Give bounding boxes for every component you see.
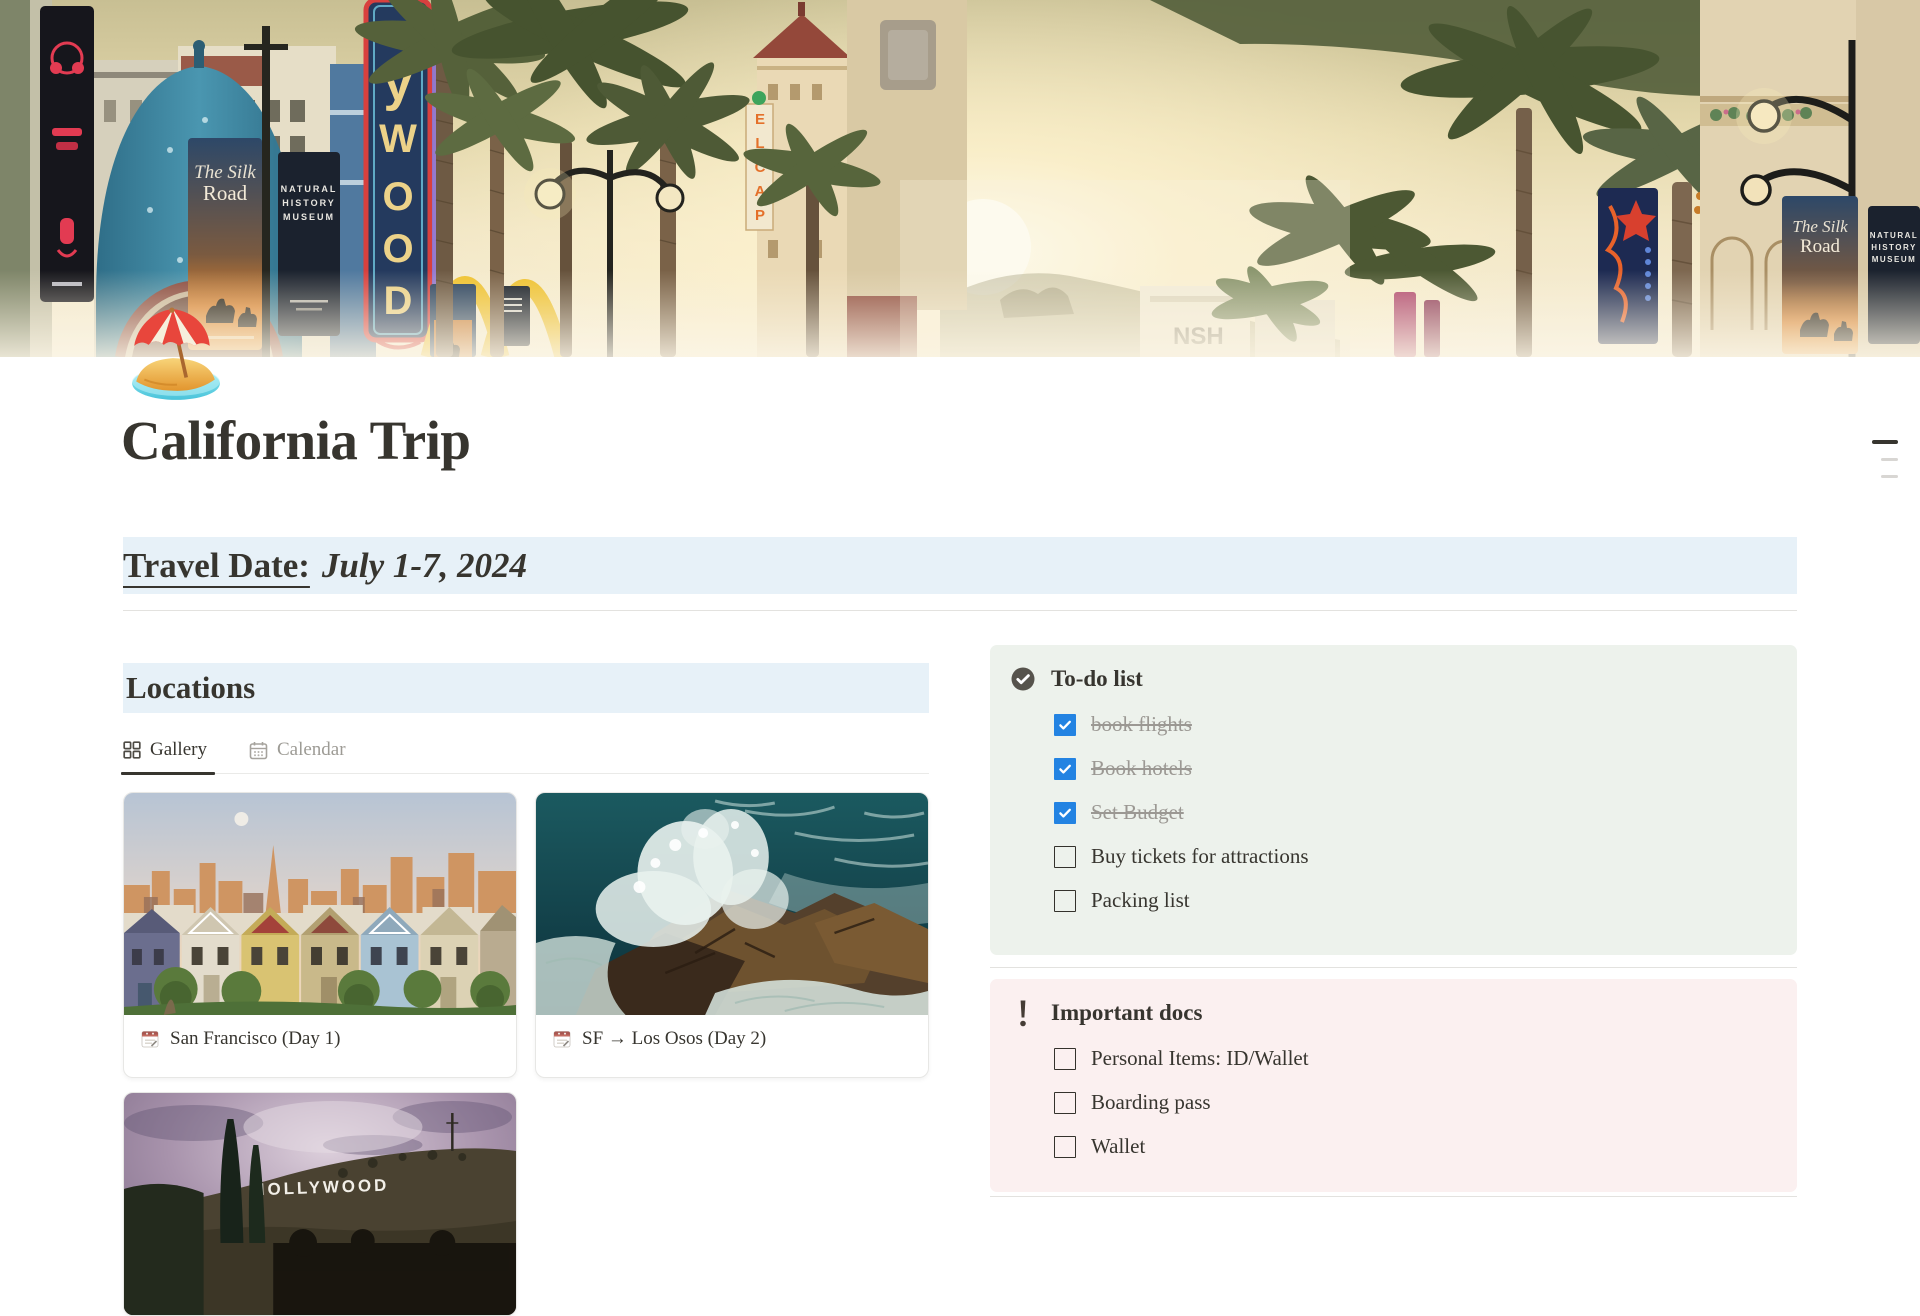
tear-off-calendar-icon: [552, 1029, 572, 1049]
card-image-ocean: [536, 793, 928, 1015]
exclamation-icon: [1010, 998, 1036, 1028]
svg-text:E: E: [755, 111, 765, 128]
svg-text:O: O: [382, 227, 413, 271]
docs-item[interactable]: Wallet: [1054, 1131, 1773, 1162]
divider: [990, 1196, 1797, 1197]
svg-text:The Silk: The Silk: [194, 162, 256, 183]
svg-text:Road: Road: [203, 181, 248, 205]
gallery-card-hollywood[interactable]: HOLLYWOOD: [123, 1092, 517, 1316]
svg-text:W: W: [379, 117, 417, 161]
docs-item[interactable]: Boarding pass: [1054, 1087, 1773, 1118]
toc-line-active[interactable]: [1872, 440, 1898, 444]
cover-image[interactable]: NSH: [0, 0, 1920, 357]
checkbox-icon[interactable]: [1054, 846, 1076, 868]
docs-item-label: Boarding pass: [1091, 1090, 1211, 1115]
beach-with-umbrella-icon: [124, 302, 226, 404]
divider: [990, 967, 1797, 968]
docs-item[interactable]: Personal Items: ID/Wallet: [1054, 1043, 1773, 1074]
tab-gallery[interactable]: Gallery: [123, 727, 207, 773]
card-title: SF → Los Osos (Day 2): [582, 1028, 766, 1050]
docs-item-label: Wallet: [1091, 1134, 1145, 1159]
svg-text:HISTORY: HISTORY: [282, 198, 336, 208]
gallery-card-san-francisco[interactable]: San Francisco (Day 1): [123, 792, 517, 1078]
travel-date-label: Travel Date:: [123, 546, 310, 586]
svg-text:MUSEUM: MUSEUM: [1872, 255, 1917, 264]
tab-calendar[interactable]: Calendar: [249, 727, 346, 773]
todo-item-label: Set Budget: [1091, 800, 1184, 825]
gallery-card-sf-los-osos[interactable]: SF → Los Osos (Day 2): [535, 792, 929, 1078]
travel-date-block[interactable]: Travel Date: July 1-7, 2024: [123, 537, 1797, 594]
calendar-icon: [249, 741, 268, 760]
card-image-hollywood: HOLLYWOOD: [124, 1093, 516, 1315]
todo-item-label: book flights: [1091, 712, 1192, 737]
todo-callout-title: To-do list: [1051, 666, 1143, 692]
divider: [123, 610, 1797, 611]
important-docs-callout[interactable]: Important docs Personal Items: ID/Wallet…: [990, 979, 1797, 1192]
cover-art: NSH: [0, 0, 1920, 357]
page-title[interactable]: California Trip: [121, 408, 471, 474]
docs-callout-title: Important docs: [1051, 1000, 1202, 1026]
todo-item[interactable]: Packing list: [1054, 885, 1773, 916]
card-caption: SF → Los Osos (Day 2): [536, 1015, 928, 1077]
table-of-contents-indicator[interactable]: [1870, 440, 1898, 478]
svg-text:NATURAL: NATURAL: [1870, 231, 1919, 240]
travel-date-value: July 1-7, 2024: [322, 546, 527, 586]
todo-item-label: Book hotels: [1091, 756, 1192, 781]
view-tabs: Gallery Calendar: [123, 727, 929, 774]
docs-callout-title-row: Important docs: [1010, 996, 1773, 1030]
svg-text:HISTORY: HISTORY: [1871, 243, 1917, 252]
checkbox-icon[interactable]: [1054, 890, 1076, 912]
checkbox-icon[interactable]: [1054, 1092, 1076, 1114]
toc-line[interactable]: [1881, 458, 1898, 461]
card-image-san-francisco: [124, 793, 516, 1015]
todo-item[interactable]: book flights: [1054, 709, 1773, 740]
todo-item[interactable]: Buy tickets for attractions: [1054, 841, 1773, 872]
todo-item[interactable]: Set Budget: [1054, 797, 1773, 828]
locations-heading[interactable]: Locations: [123, 663, 929, 713]
svg-text:MUSEUM: MUSEUM: [283, 212, 335, 222]
checkbox-icon[interactable]: [1054, 1048, 1076, 1070]
svg-text:The Silk: The Silk: [1792, 217, 1848, 236]
todo-item[interactable]: Book hotels: [1054, 753, 1773, 784]
toc-line[interactable]: [1881, 475, 1898, 478]
todo-item-label: Packing list: [1091, 888, 1190, 913]
svg-text:P: P: [755, 207, 765, 224]
tear-off-calendar-icon: [140, 1029, 160, 1049]
svg-text:Road: Road: [1800, 236, 1841, 257]
tab-calendar-label: Calendar: [277, 739, 346, 761]
card-title: San Francisco (Day 1): [170, 1028, 340, 1050]
card-caption: San Francisco (Day 1): [124, 1015, 516, 1077]
page-icon[interactable]: [124, 302, 226, 404]
check-circle-icon: [1010, 664, 1036, 694]
svg-text:O: O: [382, 175, 413, 219]
docs-item-label: Personal Items: ID/Wallet: [1091, 1046, 1309, 1071]
checkbox-icon[interactable]: [1054, 714, 1076, 736]
tab-gallery-label: Gallery: [150, 739, 207, 761]
checkbox-icon[interactable]: [1054, 758, 1076, 780]
todo-item-label: Buy tickets for attractions: [1091, 844, 1309, 869]
gallery-view: San Francisco (Day 1): [123, 792, 929, 1316]
todo-callout[interactable]: To-do list book flights Book hotels Set …: [990, 645, 1797, 955]
checkbox-icon[interactable]: [1054, 802, 1076, 824]
grid-icon: [123, 741, 141, 759]
svg-text:NATURAL: NATURAL: [281, 184, 338, 194]
checkbox-icon[interactable]: [1054, 1136, 1076, 1158]
todo-callout-title-row: To-do list: [1010, 662, 1773, 696]
